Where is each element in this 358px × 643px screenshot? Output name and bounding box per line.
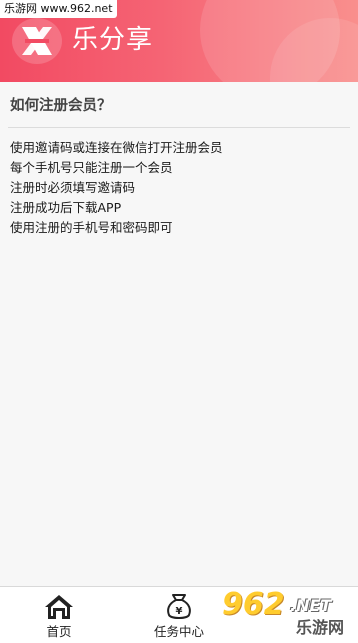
tab-home-label: 首页 <box>46 624 72 639</box>
app-title: 乐分享 <box>72 25 154 55</box>
tab-task-center[interactable]: ¥ 任务中心 <box>129 587 229 643</box>
tab-task-center-label: 任务中心 <box>153 624 204 639</box>
answer-line: 每个手机号只能注册一个会员 <box>10 160 173 175</box>
svg-text:¥: ¥ <box>176 606 183 617</box>
money-bag-icon: ¥ <box>167 594 191 619</box>
answer-line: 注册成功后下载APP <box>10 200 122 215</box>
watermark-label: 乐游网 www.962.net <box>0 0 117 18</box>
app-page: 乐分享 乐游网 www.962.net 如何注册会员？ 使用邀请码或连接在微信打… <box>0 0 358 643</box>
brand-number: 962 <box>222 587 285 622</box>
brand-net: .NET <box>290 596 332 615</box>
answer-line: 注册时必须填写邀请码 <box>10 180 136 195</box>
question-title: 如何注册会员？ <box>10 98 112 114</box>
app-logo <box>12 18 62 64</box>
answer-lines: 使用邀请码或连接在微信打开注册会员 每个手机号只能注册一个会员 注册时必须填写邀… <box>10 138 223 238</box>
answer-line: 使用邀请码或连接在微信打开注册会员 <box>10 140 223 155</box>
brand-name: 乐游网 <box>296 618 345 637</box>
title-divider <box>8 127 350 128</box>
tab-home[interactable]: 首页 <box>9 587 109 643</box>
answer-line: 使用注册的手机号和密码即可 <box>10 220 173 235</box>
home-icon <box>45 595 73 619</box>
logo-x-icon <box>22 27 52 55</box>
site-brand-badge: 962 .NET 乐游网 <box>218 588 358 643</box>
